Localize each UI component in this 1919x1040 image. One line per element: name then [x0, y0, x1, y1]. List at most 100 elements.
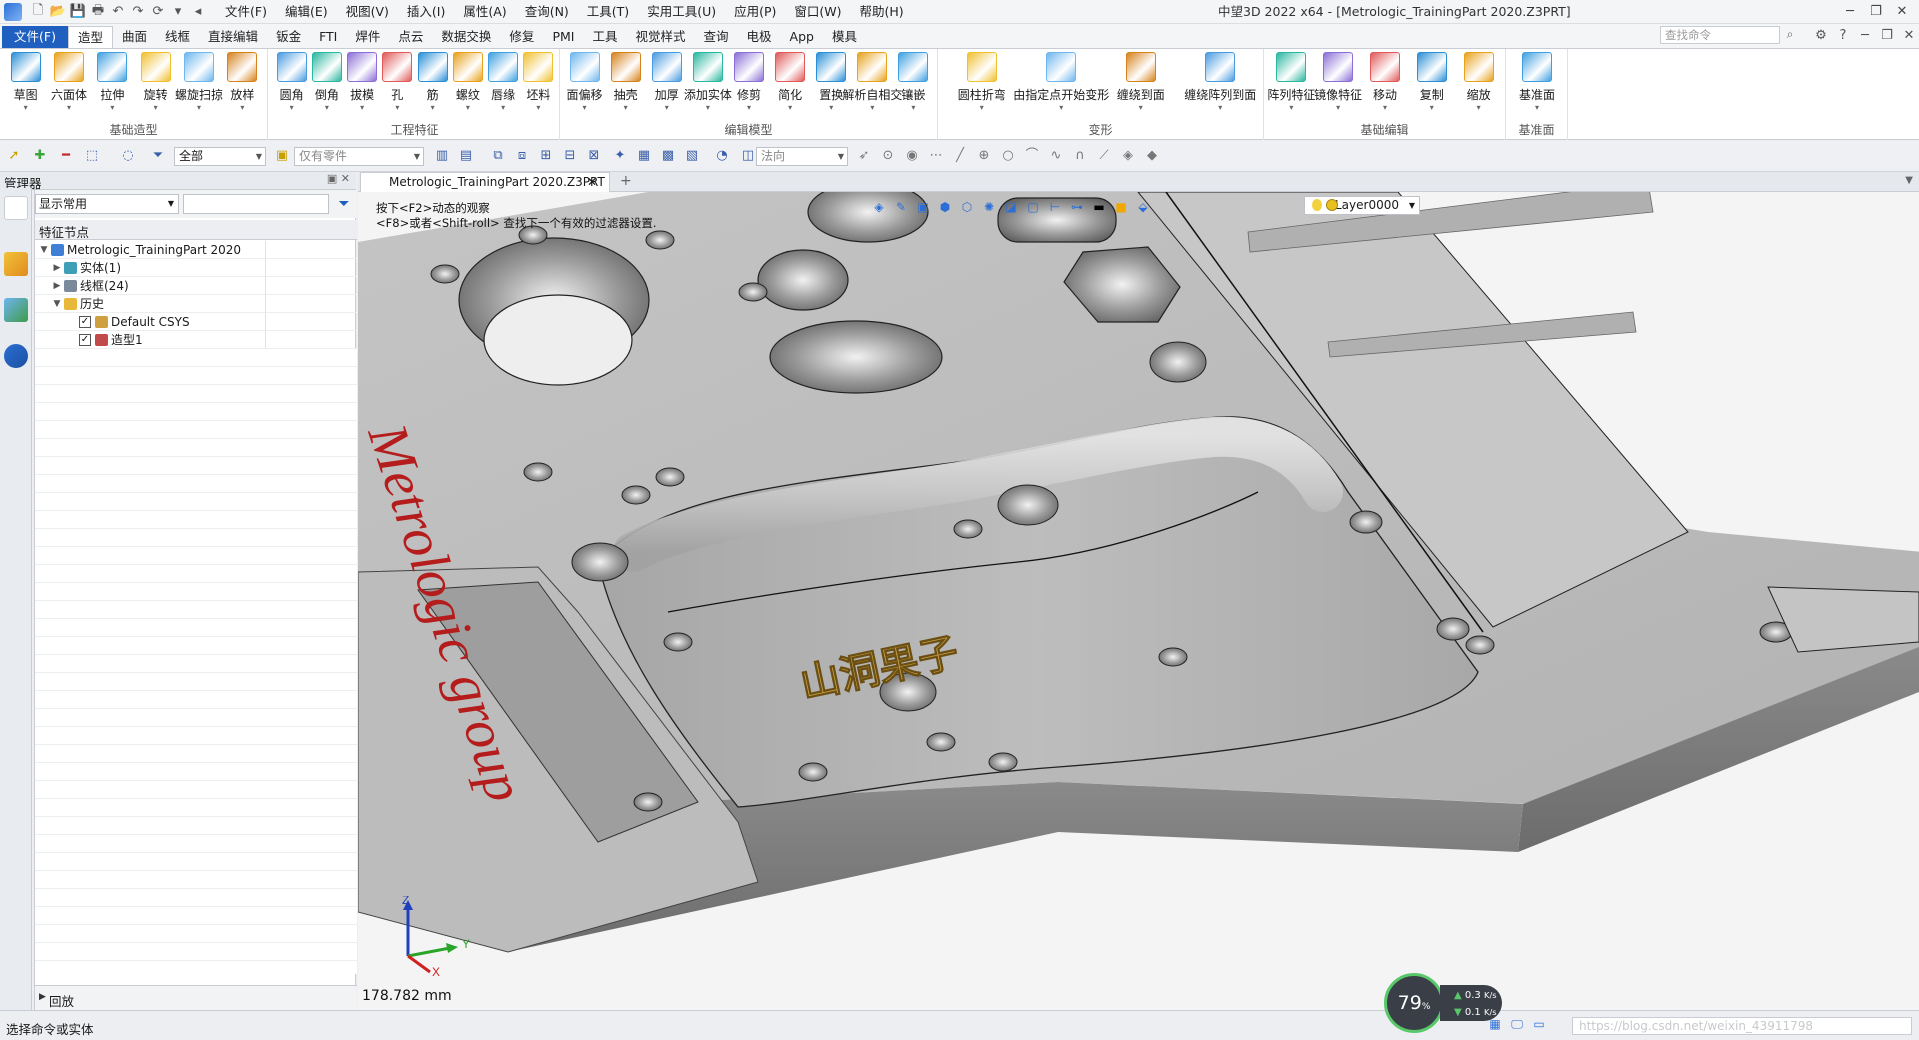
- menu-item-1[interactable]: 编辑(E): [276, 0, 337, 24]
- tree-row[interactable]: ▶ 实体(1): [35, 259, 357, 277]
- ribbon-button-1-2[interactable]: 拔模 ▾: [343, 52, 381, 122]
- expand-arrow-icon[interactable]: ▶: [39, 992, 46, 1002]
- ribbon-button-1-3[interactable]: 孔 ▾: [378, 52, 416, 122]
- ribbon-button-3-1[interactable]: 由指定点开始变形 ▾: [1009, 52, 1113, 122]
- chevron-down-icon[interactable]: ▾: [1180, 103, 1260, 113]
- tree-structure-icon[interactable]: ⊶: [1066, 198, 1088, 216]
- chevron-down-icon[interactable]: ▾: [449, 103, 487, 113]
- tab-9[interactable]: 修复: [500, 26, 543, 48]
- minimize-icon[interactable]: ─: [1837, 0, 1863, 24]
- user-icon[interactable]: [4, 344, 28, 368]
- ribbon-button-1-0[interactable]: 圆角 ▾: [273, 52, 311, 122]
- toolbar-tool-icon[interactable]: ⧈: [514, 148, 530, 164]
- toolbar-tool-icon[interactable]: ▧: [684, 148, 700, 164]
- render-mode-icon[interactable]: ▢: [1022, 198, 1044, 216]
- filter-funnel-icon[interactable]: ⏷: [335, 195, 353, 213]
- tab-4[interactable]: 钣金: [267, 26, 310, 48]
- restore-icon[interactable]: ❐: [1876, 24, 1898, 48]
- tab-2[interactable]: 线框: [156, 26, 199, 48]
- toolbar-tool-icon[interactable]: ⊟: [562, 148, 578, 164]
- tab-11[interactable]: 工具: [583, 26, 626, 48]
- expand-arrow-icon[interactable]: ▶: [52, 259, 62, 277]
- tree-row[interactable]: ▼ Metrologic_TrainingPart 2020: [35, 241, 357, 259]
- lasso-icon[interactable]: ◌: [120, 148, 136, 164]
- toolbar-tool-icon[interactable]: ⊠: [586, 148, 602, 164]
- toolbar-tool-icon[interactable]: ⟋: [1096, 148, 1112, 164]
- filter-part-select[interactable]: 仅有零件 ▼: [294, 147, 424, 166]
- toolbar-tool-icon[interactable]: ○: [1000, 148, 1016, 164]
- toolbar-tool-icon[interactable]: ➶: [856, 148, 872, 164]
- plus-icon[interactable]: ✚: [32, 148, 48, 164]
- toolbar-tool-icon[interactable]: ◈: [1120, 148, 1136, 164]
- ribbon-button-2-4[interactable]: 修剪 ▾: [730, 52, 768, 122]
- part-filter-icon[interactable]: ▣: [274, 148, 290, 164]
- chevron-down-icon[interactable]: ▾: [1366, 103, 1404, 113]
- toolbar-tool-icon[interactable]: ∩: [1072, 148, 1088, 164]
- window-icon[interactable]: ▭: [1528, 1017, 1550, 1035]
- chevron-down-icon[interactable]: ▾: [730, 103, 768, 113]
- landscape-icon[interactable]: [4, 298, 28, 322]
- menu-item-9[interactable]: 窗口(W): [785, 0, 850, 24]
- part-icon[interactable]: [4, 252, 28, 276]
- refresh-icon[interactable]: ⟳: [148, 3, 168, 21]
- filter-normal-select[interactable]: 法向 ▼: [756, 147, 848, 166]
- chevron-down-icon[interactable]: ▾: [308, 103, 346, 113]
- chevron-down-icon[interactable]: ▾: [171, 103, 227, 113]
- undo-icon[interactable]: ↶: [108, 3, 128, 21]
- 3d-viewport[interactable]: Metrologic group 山洞果子 按下<F2>动态的观察 <F8>或者…: [358, 192, 1919, 1010]
- tree-row[interactable]: ✓ 造型1: [35, 331, 357, 349]
- chevron-down-icon[interactable]: ▾: [680, 103, 736, 113]
- box-select-icon[interactable]: ⬚: [84, 148, 100, 164]
- tree-row[interactable]: ▶ 线框(24): [35, 277, 357, 295]
- tab-16[interactable]: 模具: [823, 26, 866, 48]
- ribbon-button-0-3[interactable]: 旋转 ▾: [137, 52, 175, 122]
- chevron-down-icon[interactable]: ▾: [47, 103, 91, 113]
- chevron-down-icon[interactable]: ▾: [1413, 103, 1451, 113]
- close-icon[interactable]: ✕: [1889, 0, 1915, 24]
- expand-arrow-icon[interactable]: ▼: [39, 241, 49, 259]
- ribbon-button-2-0[interactable]: 面偏移 ▾: [563, 52, 607, 122]
- toolbar-tool-icon[interactable]: ⊞: [538, 148, 554, 164]
- display-filter-select[interactable]: 显示常用 ▼: [35, 194, 179, 214]
- chevron-down-icon[interactable]: ▾: [954, 103, 1010, 113]
- tree-row[interactable]: ▼ 历史: [35, 295, 357, 313]
- section-view-icon[interactable]: ◪: [1000, 198, 1022, 216]
- eraser-icon[interactable]: ✎: [890, 198, 912, 216]
- filter-all-select[interactable]: 全部 ▼: [174, 147, 266, 166]
- ribbon-button-0-0[interactable]: 草图 ▾: [7, 52, 45, 122]
- menu-item-3[interactable]: 插入(I): [398, 0, 454, 24]
- menu-item-0[interactable]: 文件(F): [216, 0, 276, 24]
- ribbon-button-2-3[interactable]: 添加实体 ▾: [680, 52, 736, 122]
- toolbar-tool-icon[interactable]: ⊕: [976, 148, 992, 164]
- new-file-icon[interactable]: 🗋: [28, 3, 48, 21]
- minus-icon[interactable]: ━: [58, 148, 74, 164]
- menu-item-2[interactable]: 视图(V): [337, 0, 398, 24]
- ribbon-button-0-1[interactable]: 六面体 ▾: [47, 52, 91, 122]
- tab-15[interactable]: App: [781, 26, 823, 48]
- restore-icon[interactable]: ❐: [1863, 0, 1889, 24]
- document-tab[interactable]: Metrologic_TrainingPart 2020.Z3PRT ✕: [360, 172, 610, 192]
- toolbar-tool-icon[interactable]: ✦: [612, 148, 628, 164]
- ribbon-button-2-1[interactable]: 抽壳 ▾: [607, 52, 645, 122]
- visibility-checkbox[interactable]: ✓: [79, 334, 91, 346]
- tab-6[interactable]: 焊件: [346, 26, 389, 48]
- ribbon-button-4-1[interactable]: 镜像特征 ▾: [1310, 52, 1366, 122]
- chevron-down-icon[interactable]: ▾: [7, 103, 45, 113]
- menu-item-5[interactable]: 查询(N): [516, 0, 578, 24]
- toolbar-tool-icon[interactable]: ▥: [434, 148, 450, 164]
- cube-view-icon[interactable]: ⬢: [934, 198, 956, 216]
- tab-0[interactable]: 造型: [68, 26, 114, 48]
- toolbar-tool-icon[interactable]: ◆: [1144, 148, 1160, 164]
- playback-bar[interactable]: ▶ 回放: [35, 985, 357, 1010]
- tab-3[interactable]: 直接编辑: [199, 26, 267, 48]
- tab-10[interactable]: PMI: [543, 26, 583, 48]
- chevron-down-icon[interactable]: ▾: [137, 103, 175, 113]
- wire-cube-icon[interactable]: ⬡: [956, 198, 978, 216]
- toolbar-tool-icon[interactable]: ∿: [1048, 148, 1064, 164]
- tree-filter-input[interactable]: [183, 194, 329, 214]
- back-arrow-icon[interactable]: ◂: [188, 3, 208, 21]
- ribbon-button-4-4[interactable]: 缩放 ▾: [1460, 52, 1498, 122]
- menu-item-4[interactable]: 属性(A): [454, 0, 515, 24]
- visibility-checkbox[interactable]: ✓: [79, 316, 91, 328]
- toolbar-tool-icon[interactable]: ⧉: [490, 148, 506, 164]
